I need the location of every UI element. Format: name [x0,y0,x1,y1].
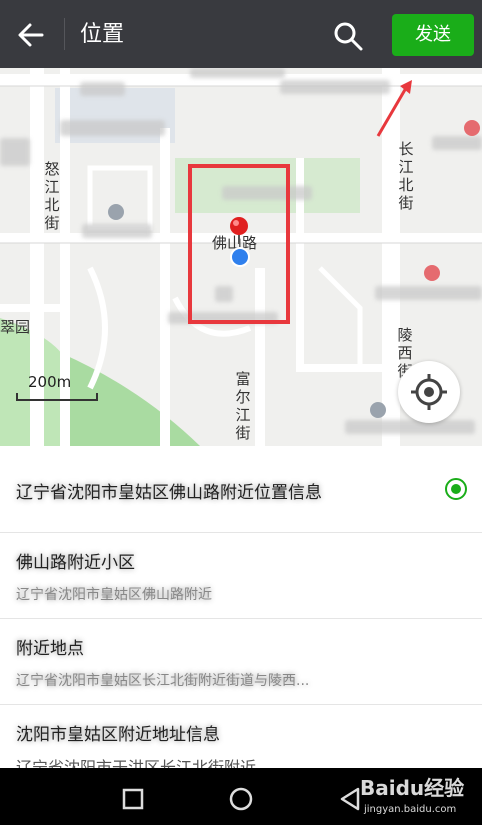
poi-marker-icon [424,265,440,281]
blurred-map-label [60,120,165,136]
title-divider [64,18,65,50]
scale-bar [16,393,98,401]
poi-marker-icon [370,402,386,418]
scale-label: 200m [28,373,72,391]
annotation-arrow [376,80,412,137]
crosshair-icon [411,374,447,410]
locate-me-button[interactable] [398,361,460,423]
map-view[interactable]: 怒江北街 长江北街 陵西街 富尔江街 佛山路 翠园 200m [0,68,482,446]
location-name: 佛山路附近小区 [16,553,135,573]
selected-radio-icon[interactable] [445,478,467,500]
search-icon[interactable] [330,18,366,54]
watermark-brand: Baidu经验 [360,776,465,800]
back-triangle-icon[interactable] [338,786,362,812]
blurred-map-label [80,82,125,96]
blurred-map-label [0,138,30,166]
watermark-url: jingyan.baidu.com [364,804,457,815]
poi-marker-icon [108,204,124,220]
recents-square-icon[interactable] [122,788,144,810]
blurred-map-label [375,286,482,300]
location-address: 辽宁省沈阳市皇姑区长江北街附近街道与陵西... [16,673,310,689]
list-item[interactable]: 佛山路附近小区 辽宁省沈阳市皇姑区佛山路附近 [0,532,482,619]
street-label-fuerjiang: 富尔江街 [235,370,251,442]
back-arrow-icon[interactable] [14,18,48,52]
blurred-map-label [432,136,482,150]
send-button[interactable]: 发送 [392,14,474,56]
location-list: 辽宁省沈阳市皇姑区佛山路附近位置信息 佛山路附近小区 辽宁省沈阳市皇姑区佛山路附… [0,446,482,768]
list-item[interactable]: 辽宁省沈阳市皇姑区佛山路附近位置信息 [0,446,482,533]
page-title: 位置 [80,22,125,47]
location-address: 辽宁省沈阳市于洪区长江北街附近 [16,758,257,768]
location-name: 沈阳市皇姑区附近地址信息 [16,725,220,745]
home-circle-icon[interactable] [229,787,253,811]
blurred-map-label [190,68,285,78]
location-name: 辽宁省沈阳市皇姑区佛山路附近位置信息 [16,483,322,503]
map-scale: 200m [16,373,98,401]
blurred-map-label [82,224,152,238]
baidu-watermark: Baidu经验 jingyan.baidu.com [360,772,478,820]
area-label-cuiyuan: 翠园 [0,318,31,336]
list-item[interactable]: 附近地点 辽宁省沈阳市皇姑区长江北街附近街道与陵西... [0,618,482,705]
poi-marker-icon [464,120,480,136]
title-bar: 位置 发送 [0,0,482,68]
location-name: 附近地点 [16,639,84,659]
location-address: 辽宁省沈阳市皇姑区佛山路附近 [16,587,212,603]
highlight-box [188,164,290,324]
street-label-changjiang: 长江北街 [398,140,414,212]
list-item[interactable]: 沈阳市皇姑区附近地址信息 辽宁省沈阳市于洪区长江北街附近 [0,704,482,768]
street-label-nujiang: 怒江北街 [44,160,60,232]
